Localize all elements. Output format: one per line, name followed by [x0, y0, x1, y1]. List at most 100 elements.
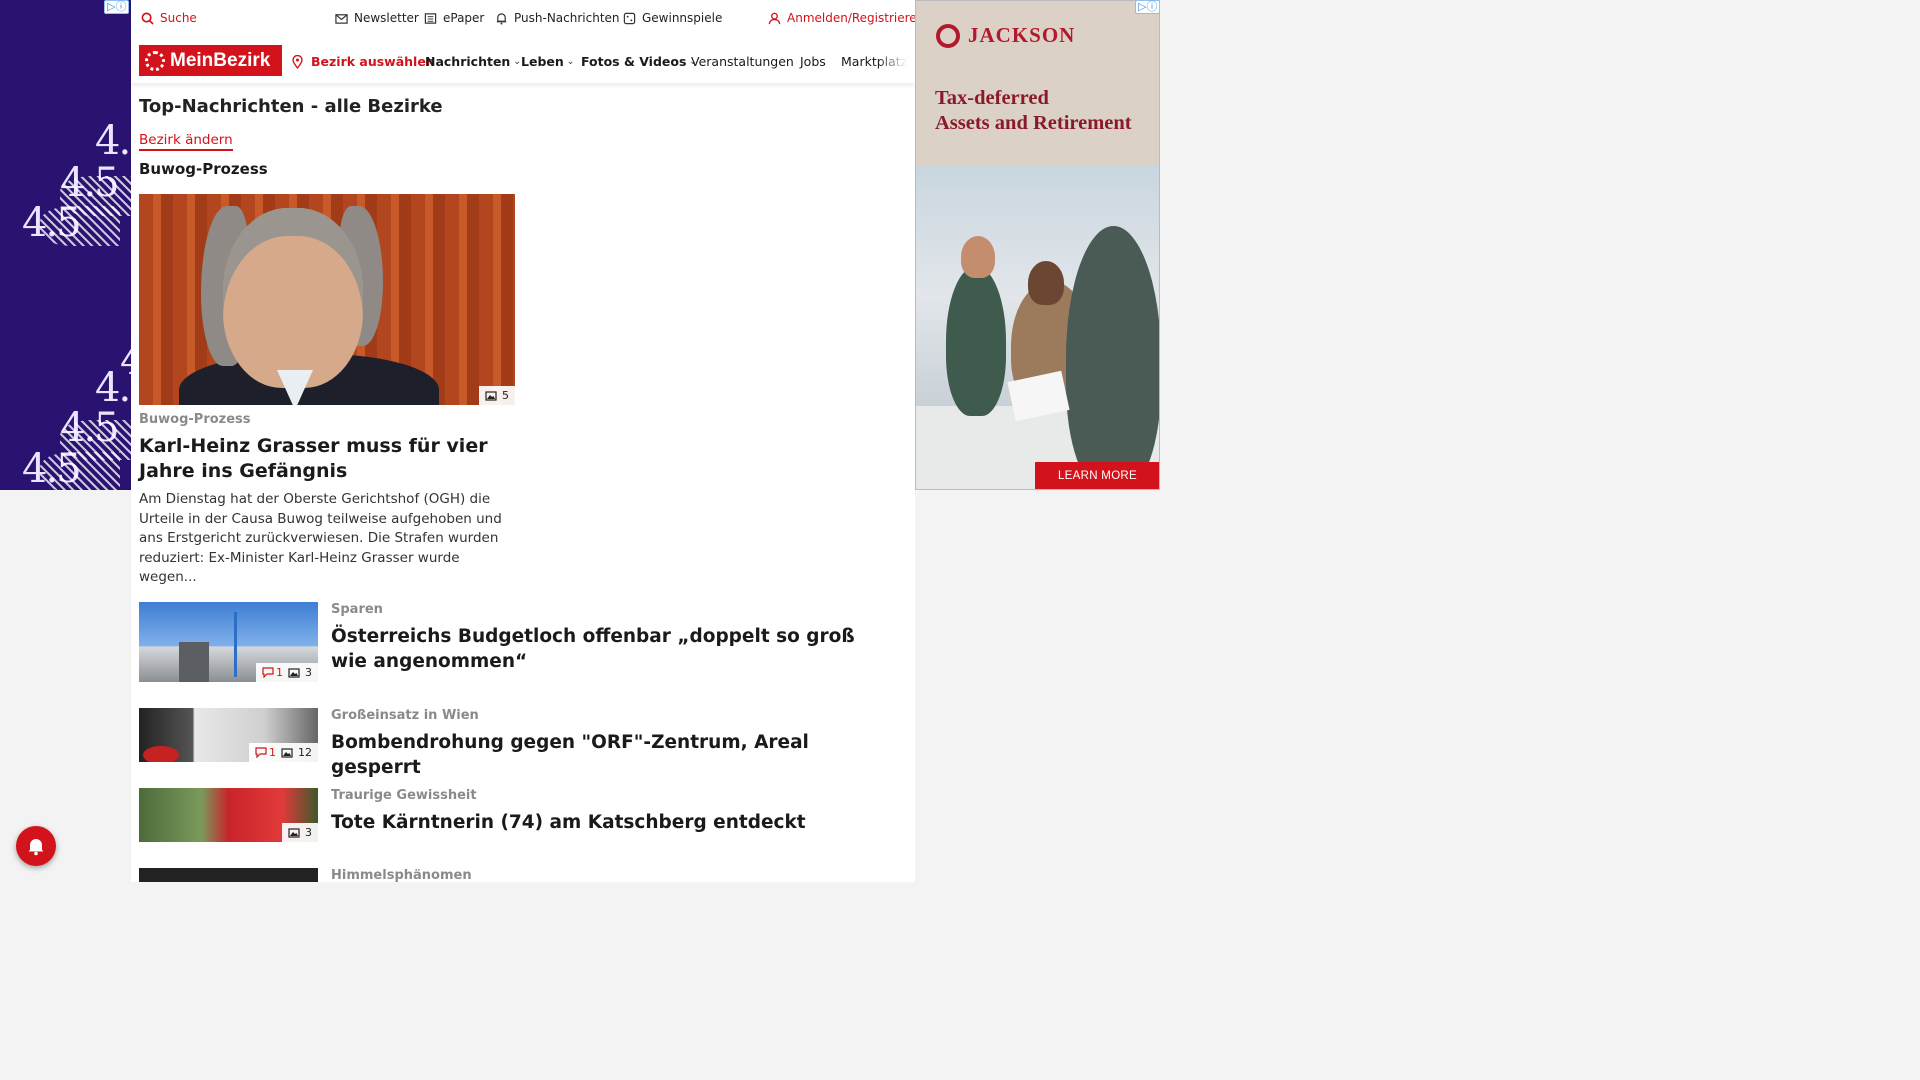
epaper-link[interactable]: ePaper: [424, 11, 484, 25]
search-icon: [141, 12, 154, 25]
gewinnspiele-label: Gewinnspiele: [642, 11, 723, 25]
login-label: Anmelden/Registrieren: [787, 11, 925, 25]
gallery-icon: [288, 828, 300, 838]
newsletter-link[interactable]: Newsletter: [335, 11, 419, 25]
gallery-icon: [281, 748, 293, 758]
jackson-logo: JACKSON: [936, 23, 1075, 48]
gallery-count-badge: 5: [479, 386, 515, 405]
article-meta-badge: 1 3: [256, 663, 318, 682]
page-title: Top-Nachrichten - alle Bezirke: [139, 96, 443, 117]
jackson-mark-icon: [936, 23, 960, 48]
dice-icon: [623, 12, 636, 24]
search-link[interactable]: Suche: [141, 11, 197, 25]
nav-leben[interactable]: Leben ⌄: [521, 54, 574, 69]
ad-photo: [916, 166, 1159, 489]
article-kicker: Großeinsatz in Wien: [331, 708, 479, 723]
gewinnspiele-link[interactable]: Gewinnspiele: [623, 11, 722, 25]
push-label: Push-Nachrichten: [514, 11, 620, 25]
article-thumbnail[interactable]: 1 3: [139, 602, 318, 682]
search-label: Suche: [160, 11, 197, 25]
main-navigation: MeinBezirk Bezirk auswählen Nachrichten ⌄…: [131, 38, 915, 83]
comment-count: 1: [255, 746, 276, 759]
nav-veranstaltungen[interactable]: Veranstaltungen: [691, 54, 794, 69]
push-link[interactable]: Push-Nachrichten: [495, 11, 620, 25]
ad-photo-person: [1066, 226, 1159, 489]
logo-text: MeinBezirk: [170, 49, 271, 71]
ad-headline-line: Assets and Retirement: [935, 112, 1132, 134]
hero-title[interactable]: Karl-Heinz Grasser muss für vier Jahre i…: [139, 434, 515, 484]
main-column: Suche Newsletter ePaper Push-Nachrichten…: [131, 0, 924, 883]
gallery-count: 3: [305, 666, 312, 679]
gallery-icon: [288, 668, 300, 678]
ad-headline: Tax-deferred Assets and Retirement: [935, 86, 1132, 136]
ad-photo-person: [1028, 261, 1064, 305]
nav-label: Nachrichten: [425, 54, 511, 69]
nav-label: Jobs: [800, 54, 826, 69]
logo-icon: [145, 50, 165, 71]
article-title[interactable]: Bombendrohung gegen "ORF"-Zentrum, Areal…: [331, 730, 891, 780]
user-icon: [768, 12, 781, 24]
building-shape: [179, 642, 209, 682]
change-bezirk-link[interactable]: Bezirk ändern: [139, 132, 233, 151]
notification-bell-button[interactable]: [16, 826, 56, 866]
article-kicker: Sparen: [331, 602, 383, 617]
learn-more-button[interactable]: LEARN MORE: [1035, 462, 1159, 489]
nav-nachrichten[interactable]: Nachrichten ⌄: [425, 54, 521, 69]
adchoices-icon[interactable]: ▷ⓘ: [104, 0, 130, 14]
article-meta-badge: 3: [282, 823, 318, 842]
bezirk-label: Bezirk auswählen: [311, 54, 435, 69]
section-heading: Buwog-Prozess: [139, 160, 268, 178]
nav-label: Leben: [521, 54, 564, 69]
comment-number: 1: [269, 746, 276, 759]
ad-brand: JACKSON: [968, 23, 1076, 47]
logo-shape: [143, 746, 179, 762]
bell-icon: [28, 839, 44, 856]
article-thumbnail[interactable]: [139, 868, 318, 882]
hero-kicker: Buwog-Prozess: [139, 412, 251, 427]
nav-label: Fotos & Videos: [581, 54, 687, 69]
gallery-count: 12: [298, 746, 312, 759]
comment-icon: [262, 667, 274, 678]
right-display-ad[interactable]: JACKSON Tax-deferred Assets and Retireme…: [915, 0, 1160, 490]
chevron-down-icon: ⌄: [566, 56, 575, 67]
ad-headline-line: Tax-deferred: [935, 87, 1049, 109]
chevron-down-icon: ⌄: [513, 56, 521, 67]
top-utility-bar: Suche Newsletter ePaper Push-Nachrichten…: [131, 0, 924, 38]
ad-pattern: [40, 206, 120, 246]
hero-article-image[interactable]: 5: [139, 194, 515, 405]
mail-icon: [335, 13, 348, 24]
newsletter-label: Newsletter: [354, 11, 419, 25]
location-pin-icon: [292, 54, 303, 69]
login-link[interactable]: Anmelden/Registrieren: [768, 11, 924, 25]
comment-count: 1: [262, 666, 283, 679]
crane-shape: [234, 612, 237, 677]
nav-jobs[interactable]: Jobs: [800, 54, 826, 69]
bell-icon: [496, 12, 507, 25]
bezirk-select-button[interactable]: Bezirk auswählen: [291, 54, 435, 69]
article-thumbnail[interactable]: 3: [139, 788, 318, 842]
article-title[interactable]: Tote Kärntnerin (74) am Katschberg entde…: [331, 810, 891, 835]
nav-fotos-videos[interactable]: Fotos & Videos ⌄: [581, 54, 697, 69]
ad-pattern: [40, 452, 120, 490]
article-kicker: Himmelsphänomen: [331, 868, 472, 883]
meinbezirk-logo[interactable]: MeinBezirk: [139, 45, 282, 76]
article-meta-badge: 1 12: [249, 743, 318, 762]
comment-icon: [255, 747, 267, 758]
ad-photo-person: [946, 266, 1006, 416]
hero-teaser: Am Dienstag hat der Oberste Gerichtshof …: [139, 491, 502, 585]
left-skyscraper-ad[interactable]: 4.5 4.5 4.5 4.5 4.5 4.5 4.5: [0, 0, 131, 490]
gallery-icon: [485, 391, 497, 401]
epaper-label: ePaper: [443, 11, 485, 25]
adchoices-icon[interactable]: ▷ⓘ: [1135, 0, 1161, 14]
ad-photo-person: [961, 236, 995, 278]
ad-digits: 4.5: [95, 118, 131, 164]
nav-fade: [877, 38, 907, 83]
article-kicker: Traurige Gewissheit: [331, 788, 477, 803]
image-portrait: [223, 208, 363, 388]
gallery-count: 5: [502, 389, 509, 402]
nav-label: Veranstaltungen: [691, 54, 794, 69]
comment-number: 1: [276, 666, 283, 679]
newspaper-icon: [424, 12, 437, 24]
article-title[interactable]: Österreichs Budgetloch offenbar „doppelt…: [331, 624, 891, 674]
article-thumbnail[interactable]: 1 12: [139, 708, 318, 762]
